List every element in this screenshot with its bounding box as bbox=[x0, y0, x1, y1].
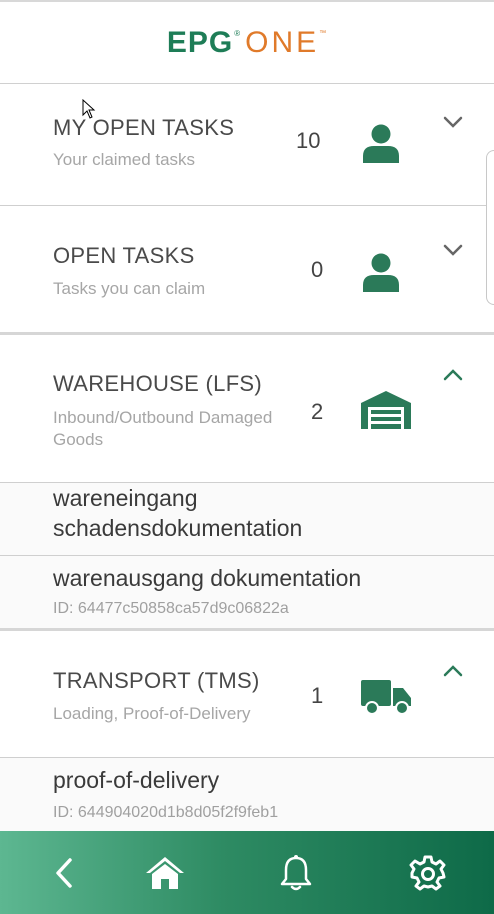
section-title: OPEN TASKS bbox=[53, 243, 195, 268]
logo-one-text: ONE bbox=[245, 25, 320, 59]
section-subtitle: Loading, Proof-of-Delivery bbox=[53, 704, 251, 723]
scrollbar-handle[interactable] bbox=[486, 150, 494, 305]
section-warehouse-lfs[interactable]: WAREHOUSE (LFS) Inbound/Outbound Damaged… bbox=[0, 335, 494, 482]
app-header: EPG ® ONE ™ bbox=[0, 0, 494, 84]
task-item[interactable]: wareneingang schadensdokumentation bbox=[0, 483, 494, 555]
section-title: WAREHOUSE (LFS) bbox=[53, 371, 263, 396]
chevron-up-icon[interactable] bbox=[440, 661, 466, 681]
task-item-id: ID: 64477c50858ca57d9c06822a bbox=[53, 600, 289, 617]
home-button[interactable] bbox=[143, 851, 187, 895]
section-subtitle-line2: Goods bbox=[53, 430, 104, 449]
section-transport-tms[interactable]: TRANSPORT (TMS) Loading, Proof-of-Delive… bbox=[0, 631, 494, 757]
chevron-up-icon[interactable] bbox=[440, 365, 466, 385]
task-item[interactable]: proof-of-delivery ID: 644904020d1b8d05f2… bbox=[0, 758, 494, 831]
task-count: 2 bbox=[311, 399, 324, 424]
task-item-title: warenausgang dokumentation bbox=[53, 565, 362, 591]
chevron-down-icon[interactable] bbox=[440, 112, 466, 132]
task-item-title-line1: wareneingang bbox=[53, 485, 198, 511]
logo-epg-text: EPG bbox=[166, 25, 234, 59]
person-icon bbox=[363, 124, 399, 163]
task-item-title: proof-of-delivery bbox=[53, 767, 220, 793]
notifications-button[interactable] bbox=[274, 851, 318, 895]
mouse-cursor-icon bbox=[82, 99, 96, 119]
back-button[interactable] bbox=[42, 851, 86, 895]
section-subtitle: Your claimed tasks bbox=[53, 150, 196, 169]
gear-icon bbox=[409, 855, 446, 891]
task-list: MY OPEN TASKS Your claimed tasks 10 OPEN… bbox=[0, 85, 494, 831]
task-item[interactable]: warenausgang dokumentation ID: 64477c508… bbox=[0, 556, 494, 628]
bottom-nav-bar bbox=[0, 831, 494, 914]
settings-button[interactable] bbox=[406, 851, 450, 895]
epg-one-logo: EPG ® ONE ™ bbox=[166, 25, 328, 59]
section-subtitle-line1: Inbound/Outbound Damaged bbox=[53, 408, 273, 427]
logo-trademark: ™ bbox=[319, 29, 328, 37]
logo-registered-mark: ® bbox=[234, 28, 242, 38]
section-my-open-tasks[interactable]: MY OPEN TASKS Your claimed tasks 10 bbox=[0, 85, 494, 205]
home-icon bbox=[146, 857, 184, 889]
section-title: MY OPEN TASKS bbox=[53, 115, 235, 140]
section-subtitle: Tasks you can claim bbox=[53, 279, 206, 298]
task-count: 10 bbox=[296, 128, 321, 153]
person-icon bbox=[363, 253, 399, 292]
section-open-tasks[interactable]: OPEN TASKS Tasks you can claim 0 bbox=[0, 206, 494, 332]
chevron-down-icon[interactable] bbox=[440, 240, 466, 260]
task-count: 0 bbox=[311, 257, 324, 282]
warehouse-icon bbox=[361, 391, 411, 429]
task-item-title-line2: schadensdokumentation bbox=[53, 515, 303, 541]
task-count: 1 bbox=[311, 683, 324, 708]
section-title: TRANSPORT (TMS) bbox=[53, 668, 260, 693]
back-icon bbox=[56, 858, 72, 888]
bell-icon bbox=[280, 855, 312, 891]
truck-icon bbox=[361, 680, 411, 715]
task-item-id: ID: 644904020d1b8d05f2f9feb1 bbox=[53, 804, 279, 821]
